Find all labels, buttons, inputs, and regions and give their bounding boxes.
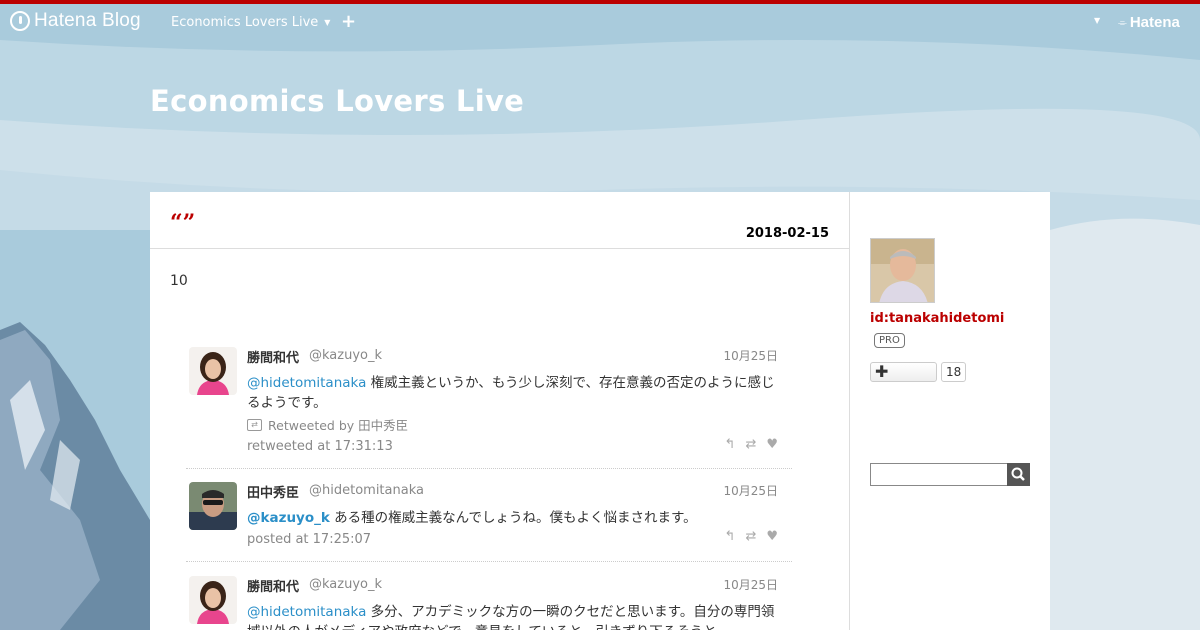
- hatena-blog-logo-icon: [10, 11, 30, 31]
- tweet-actions: ↰ ⇄ ♥: [725, 529, 778, 544]
- tweet-author-name[interactable]: 勝間和代: [247, 576, 299, 595]
- follower-count[interactable]: 18: [941, 362, 967, 382]
- search-icon: [1011, 467, 1025, 481]
- avatar[interactable]: [189, 576, 237, 624]
- pro-badge: PRO: [874, 333, 905, 348]
- retweeted-by-text: Retweeted by 田中秀臣: [268, 418, 409, 433]
- tweet-item: 勝間和代 @kazuyo_k 10月25日 @hidetomitanaka 多分…: [186, 576, 792, 630]
- tweet-text: @hidetomitanaka 多分、アカデミックな方の一瞬のクセだと思います。…: [247, 602, 777, 630]
- author-name-text: 田中秀臣: [247, 486, 300, 501]
- tweet-date[interactable]: 10月25日: [723, 576, 778, 593]
- retweet-icon[interactable]: ⇄: [745, 437, 756, 452]
- entry-main-column: “” 2018-02-15 10 勝間和代 @kazuyo_k 10月25日 @…: [150, 192, 849, 630]
- tweet-text: @kazuyo_k ある種の権威主義なんでしょうね。僕もよく悩まされます。: [247, 508, 777, 528]
- entry-title[interactable]: “”: [170, 210, 195, 236]
- mention-link[interactable]: @hidetomitanaka: [247, 604, 366, 620]
- mention-link[interactable]: @hidetomitanaka: [247, 375, 366, 391]
- avatar[interactable]: [189, 482, 237, 530]
- tweet-item: 勝間和代 @kazuyo_k 10月25日 @hidetomitanaka 権威…: [186, 347, 792, 469]
- sidebar: id:tanakahidetomi PRO ✚ 18: [849, 192, 1050, 630]
- entry-body-text: 10: [170, 273, 188, 289]
- new-entry-button[interactable]: +: [341, 11, 356, 32]
- tweet-author-handle[interactable]: @kazuyo_k: [309, 577, 382, 592]
- plus-icon: ✚: [875, 362, 889, 381]
- profile-avatar[interactable]: [870, 238, 935, 303]
- entry-date[interactable]: 2018-02-15: [746, 226, 829, 241]
- hatena-brand-link[interactable]: ⌯ Hatena: [1118, 14, 1180, 31]
- hatena-blog-logo[interactable]: Hatena Blog: [10, 10, 141, 32]
- global-header: Hatena Blog Economics Lovers Live ▼ + ▼ …: [0, 4, 1200, 42]
- tweet-author-name[interactable]: 勝間和代: [247, 347, 299, 366]
- search-input[interactable]: [870, 463, 1008, 486]
- chevron-down-icon: ▼: [324, 18, 331, 27]
- tweet-author-handle[interactable]: @kazuyo_k: [309, 348, 382, 363]
- retweeted-by: ⇄ Retweeted by 田中秀臣: [247, 415, 408, 434]
- search-button[interactable]: [1007, 463, 1030, 486]
- hatena-bird-icon: ⌯: [1118, 15, 1127, 29]
- logo-text: Hatena Blog: [34, 10, 141, 31]
- user-menu-chevron-icon[interactable]: ▼: [1094, 16, 1100, 25]
- tweet-author-handle[interactable]: @hidetomitanaka: [309, 483, 424, 498]
- blog-switcher-label: Economics Lovers Live: [171, 15, 319, 30]
- avatar[interactable]: [189, 347, 237, 395]
- tweet-item: 田中秀臣 @hidetomitanaka 10月25日 @kazuyo_k ある…: [186, 482, 792, 562]
- tweet-timestamp[interactable]: posted at 17:25:07: [247, 532, 371, 547]
- blog-title[interactable]: Economics Lovers Live: [150, 84, 524, 118]
- like-icon[interactable]: ♥: [766, 529, 778, 544]
- tweet-date[interactable]: 10月25日: [723, 347, 778, 364]
- tweet-timestamp[interactable]: retweeted at 17:31:13: [247, 439, 393, 454]
- tweet-date[interactable]: 10月25日: [723, 482, 778, 499]
- author-name-text: 勝間和代: [247, 580, 300, 595]
- hatena-brand-text: Hatena: [1129, 14, 1180, 31]
- entry-divider: [150, 248, 849, 249]
- retweet-badge-icon: ⇄: [247, 418, 262, 431]
- like-icon[interactable]: ♥: [766, 437, 778, 452]
- profile-id-link[interactable]: id:tanakahidetomi: [870, 311, 1004, 326]
- tweet-author-name[interactable]: 田中秀臣: [247, 482, 299, 501]
- mention-link[interactable]: @kazuyo_k: [247, 510, 330, 526]
- tweet-text: @hidetomitanaka 権威主義というか、もう少し深刻で、存在意義の否定…: [247, 373, 777, 413]
- reply-icon[interactable]: ↰: [725, 529, 736, 544]
- reply-icon[interactable]: ↰: [725, 437, 736, 452]
- retweet-icon[interactable]: ⇄: [745, 529, 756, 544]
- author-name-text: 勝間和代: [247, 351, 300, 366]
- tweet-actions: ↰ ⇄ ♥: [725, 437, 778, 452]
- follow-button[interactable]: ✚: [870, 362, 937, 382]
- blog-switcher[interactable]: Economics Lovers Live ▼: [171, 15, 330, 30]
- tweet-body: ある種の権威主義なんでしょうね。僕もよく悩まされます。: [329, 510, 697, 526]
